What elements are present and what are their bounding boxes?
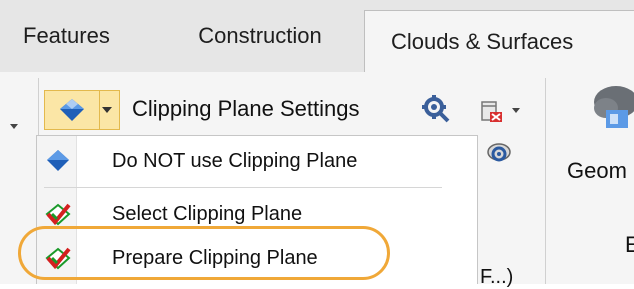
clipping-plane-settings-label[interactable]: Clipping Plane Settings <box>132 96 359 122</box>
clipping-plane-icon <box>47 150 69 171</box>
geometry-button-label[interactable]: Geom <box>567 158 627 184</box>
delete-clipping-icon[interactable] <box>478 96 506 126</box>
split-divider <box>99 91 100 129</box>
menu-item-label: Select Clipping Plane <box>112 202 303 225</box>
clipping-plane-mode-split-button[interactable] <box>44 90 120 130</box>
clipping-plane-icon <box>60 99 84 121</box>
clipping-plane-mode-button[interactable] <box>45 91 99 129</box>
clipping-plane-check-icon <box>45 203 71 226</box>
menu-item-label: Do NOT use Clipping Plane <box>112 149 358 172</box>
settings-search-gear-icon[interactable] <box>420 93 454 127</box>
chevron-down-icon[interactable] <box>512 108 520 113</box>
chevron-down-icon[interactable] <box>102 107 112 113</box>
tab-clouds-surfaces[interactable]: Clouds & Surfaces <box>364 10 634 73</box>
ribbon-tab-bar: Features Construction Clouds & Surfaces <box>0 0 634 73</box>
tab-features[interactable]: Features <box>0 0 160 72</box>
cloud-settings-icon[interactable] <box>484 138 514 168</box>
collapsed-group-arrow-icon[interactable] <box>10 124 18 129</box>
tab-construction[interactable]: Construction <box>160 0 360 72</box>
group-label-fragment: E <box>625 232 634 257</box>
menu-item-do-not-use-clipping-plane[interactable]: Do NOT use Clipping Plane <box>36 140 476 182</box>
menu-separator <box>44 187 442 188</box>
highlight-annotation-ring <box>18 226 390 280</box>
group-separator <box>545 78 546 284</box>
geometry-cloud-icon[interactable] <box>592 80 634 136</box>
